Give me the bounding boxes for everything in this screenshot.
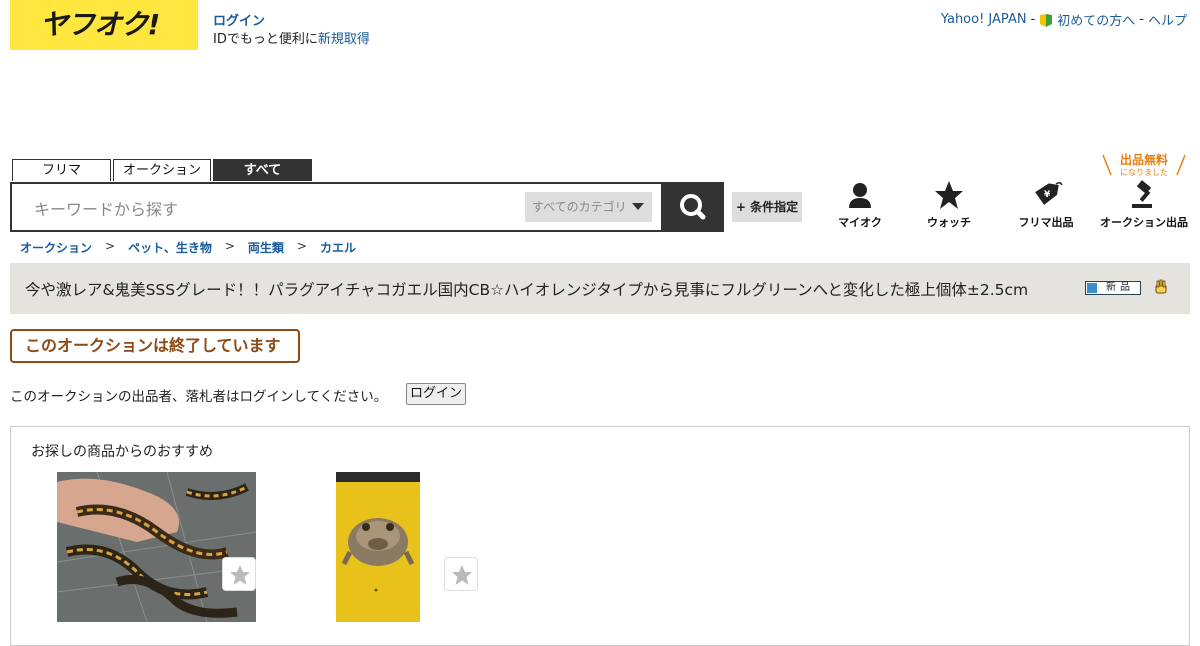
recommendations-panel: お探しの商品からのおすすめ — [10, 426, 1190, 646]
search-button[interactable] — [662, 182, 724, 232]
star-icon — [452, 565, 472, 585]
flea-sell-label: フリマ出品 — [1018, 216, 1074, 229]
auction-sell-link[interactable]: オークション出品 — [1098, 180, 1190, 230]
recommended-item-image[interactable] — [336, 472, 420, 622]
chevron-down-icon — [632, 203, 644, 210]
link-separator: - — [1030, 12, 1036, 27]
recommended-item-image[interactable] — [57, 472, 256, 622]
breadcrumb-item[interactable]: ペット、生き物 — [128, 239, 212, 256]
user-icon — [849, 183, 871, 208]
login-button[interactable]: ログイン — [406, 383, 466, 405]
login-link[interactable]: ログイン — [213, 10, 265, 29]
tab-all[interactable]: すべて — [213, 159, 312, 181]
price-tag-icon: ¥ — [1035, 181, 1063, 205]
breadcrumb-separator: > — [105, 239, 116, 253]
breadcrumb-separator: > — [224, 239, 235, 253]
category-select-value: すべてのカテゴリ — [532, 200, 627, 214]
beginner-mark-icon — [1039, 13, 1053, 27]
breadcrumb: オークション > ペット、生き物 > 両生類 > カエル — [20, 239, 356, 256]
login-notice: このオークションの出品者、落札者はログインしてください。 — [10, 389, 388, 405]
svg-text:¥: ¥ — [1044, 190, 1051, 200]
search-box: すべてのカテゴリ — [10, 182, 663, 232]
signup-link[interactable]: 新規取得 — [318, 32, 370, 47]
help-link[interactable]: ヘルプ — [1148, 10, 1187, 29]
beginners-link[interactable]: 初めての方へ — [1057, 10, 1135, 29]
breadcrumb-item[interactable]: オークション — [20, 239, 92, 256]
flea-sell-link[interactable]: ¥ フリマ出品 — [1010, 180, 1082, 230]
new-badge-square-icon — [1087, 283, 1097, 293]
top-links: Yahoo! JAPAN - 初めての方へ - ヘルプ — [941, 10, 1187, 29]
star-icon — [935, 181, 963, 209]
breadcrumb-item[interactable]: 両生類 — [248, 239, 284, 256]
breadcrumb-separator: > — [296, 239, 307, 253]
myauc-label: マイオク — [838, 216, 882, 229]
watch-link[interactable]: ウォッチ — [919, 180, 979, 230]
new-badge-label: 新品 — [1106, 282, 1134, 293]
search-icon — [680, 194, 706, 220]
myauc-link[interactable]: マイオク — [830, 180, 890, 230]
tab-flea-market[interactable]: フリマ — [12, 159, 111, 181]
tab-auction[interactable]: オークション — [113, 159, 211, 181]
horned-frog-photo — [336, 472, 420, 622]
condition-button[interactable]: + 条件指定 — [732, 192, 802, 222]
link-separator: - — [1139, 12, 1144, 27]
search-input[interactable] — [32, 196, 516, 222]
auction-sell-label: オークション出品 — [1100, 216, 1188, 229]
breadcrumb-item[interactable]: カエル — [320, 239, 356, 256]
salamanders-photo — [57, 472, 256, 622]
badge-slash-icon — [1102, 154, 1186, 176]
item-title-bar: 今や激レア&鬼美SSSグレード！！パラグアイチャコガエル国内CB☆ハイオレンジタ… — [10, 263, 1190, 314]
logo-text: ヤフオク! — [40, 8, 160, 41]
search-tabs: フリマ オークション すべて — [12, 159, 312, 181]
signup-prefix: IDでもっと便利に — [213, 32, 318, 47]
star-icon — [230, 565, 250, 585]
signup-line: IDでもっと便利に新規取得 — [213, 28, 370, 47]
free-listing-badge: 出品無料 になりました — [1102, 151, 1186, 177]
hand-icon — [1155, 279, 1167, 294]
yahoo-japan-link[interactable]: Yahoo! JAPAN — [941, 12, 1027, 27]
gavel-icon — [1132, 180, 1152, 208]
auction-ended-badge: このオークションは終了しています — [10, 329, 300, 363]
new-item-badge: 新品 — [1085, 281, 1141, 295]
category-select[interactable]: すべてのカテゴリ — [525, 192, 652, 222]
watch-label: ウォッチ — [927, 216, 971, 229]
watch-star-button[interactable] — [444, 557, 478, 591]
yahoo-auction-logo[interactable]: ヤフオク! — [10, 0, 198, 50]
recommendations-title: お探しの商品からのおすすめ — [31, 444, 213, 460]
item-title: 今や激レア&鬼美SSSグレード！！パラグアイチャコガエル国内CB☆ハイオレンジタ… — [25, 281, 1029, 299]
watch-star-button[interactable] — [222, 557, 256, 591]
